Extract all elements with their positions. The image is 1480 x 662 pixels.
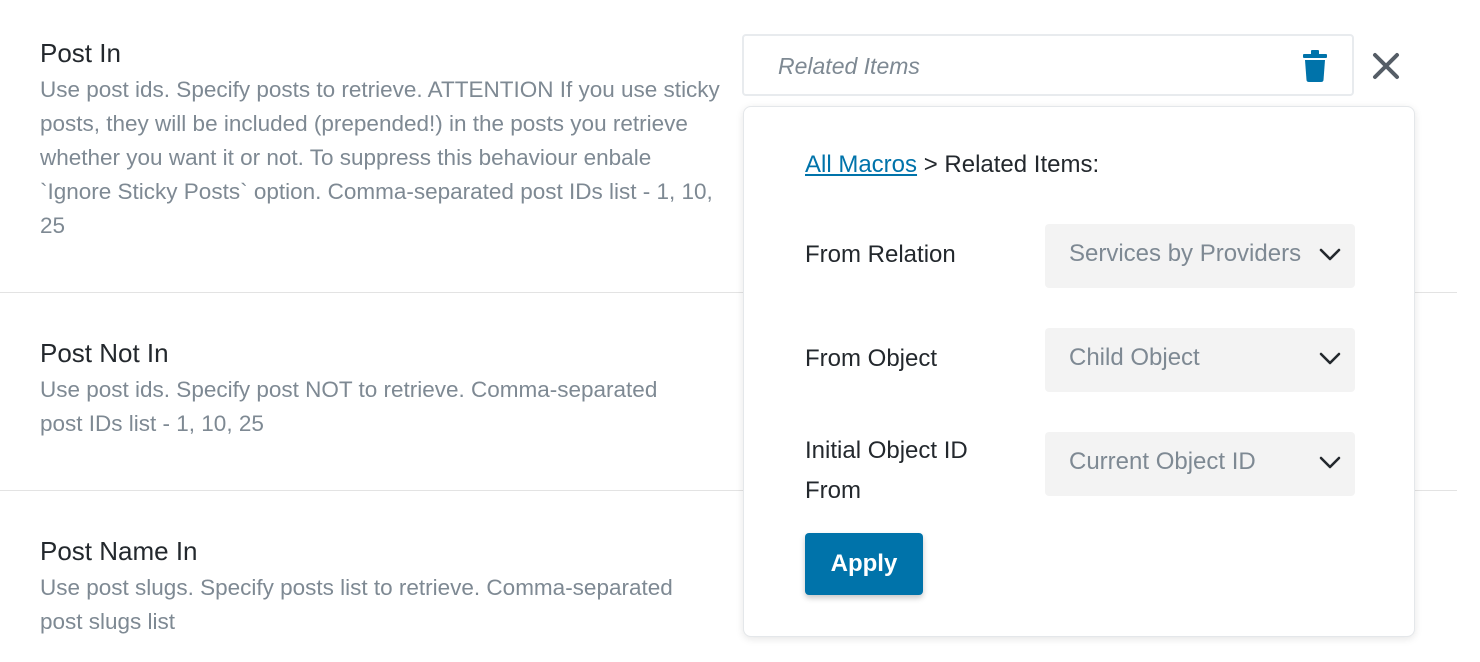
from-object-select[interactable]: Child Object (1045, 328, 1355, 392)
from-object-label: From Object (805, 345, 938, 372)
select-value: Child Object (1069, 344, 1200, 371)
select-value: Services by Providers (1069, 240, 1302, 267)
breadcrumb: All Macros > Related Items: (805, 151, 1099, 179)
breadcrumb-current: > Related Items: (917, 151, 1100, 178)
macro-input-value: Related Items (778, 53, 920, 79)
select-value: Current Object ID (1069, 448, 1256, 475)
close-icon[interactable] (1370, 50, 1402, 82)
field-title: Post Name In (40, 536, 198, 566)
initial-object-id-label: Initial Object ID From (805, 437, 968, 504)
chevron-down-icon (1319, 248, 1341, 261)
field-description: Use post ids. Specify post NOT to retrie… (40, 377, 658, 436)
trash-icon[interactable] (1302, 50, 1328, 82)
initial-object-id-select[interactable]: Current Object ID (1045, 432, 1355, 496)
from-relation-select[interactable]: Services by Providers (1045, 224, 1355, 288)
field-title: Post Not In (40, 338, 169, 368)
all-macros-link[interactable]: All Macros (805, 151, 917, 178)
macro-input[interactable]: Related Items (742, 34, 1354, 96)
chevron-down-icon (1319, 352, 1341, 365)
field-title: Post In (40, 38, 121, 68)
field-description: Use post ids. Specify posts to retrieve.… (40, 77, 720, 238)
from-relation-label: From Relation (805, 241, 956, 268)
chevron-down-icon (1319, 456, 1341, 469)
field-description: Use post slugs. Specify posts list to re… (40, 575, 673, 634)
macro-popover: All Macros > Related Items: From Relatio… (743, 106, 1415, 637)
apply-button[interactable]: Apply (805, 533, 923, 595)
